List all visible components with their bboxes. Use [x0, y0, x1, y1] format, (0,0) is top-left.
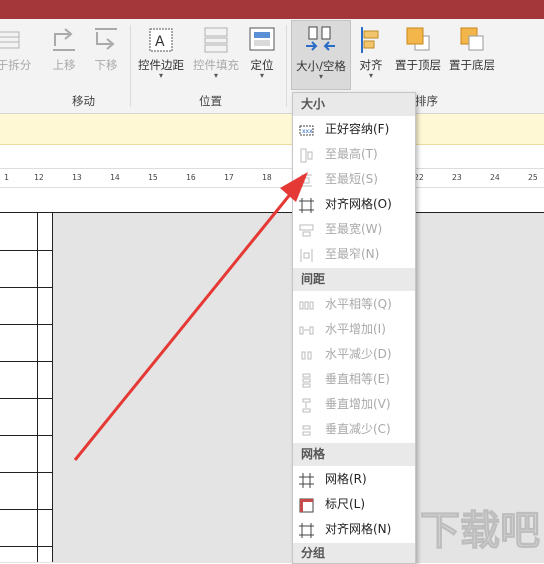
watermark-logo: 下载吧 [412, 500, 542, 560]
watermark-text: 下载吧 [420, 508, 540, 554]
annotation-arrow [73, 172, 308, 461]
